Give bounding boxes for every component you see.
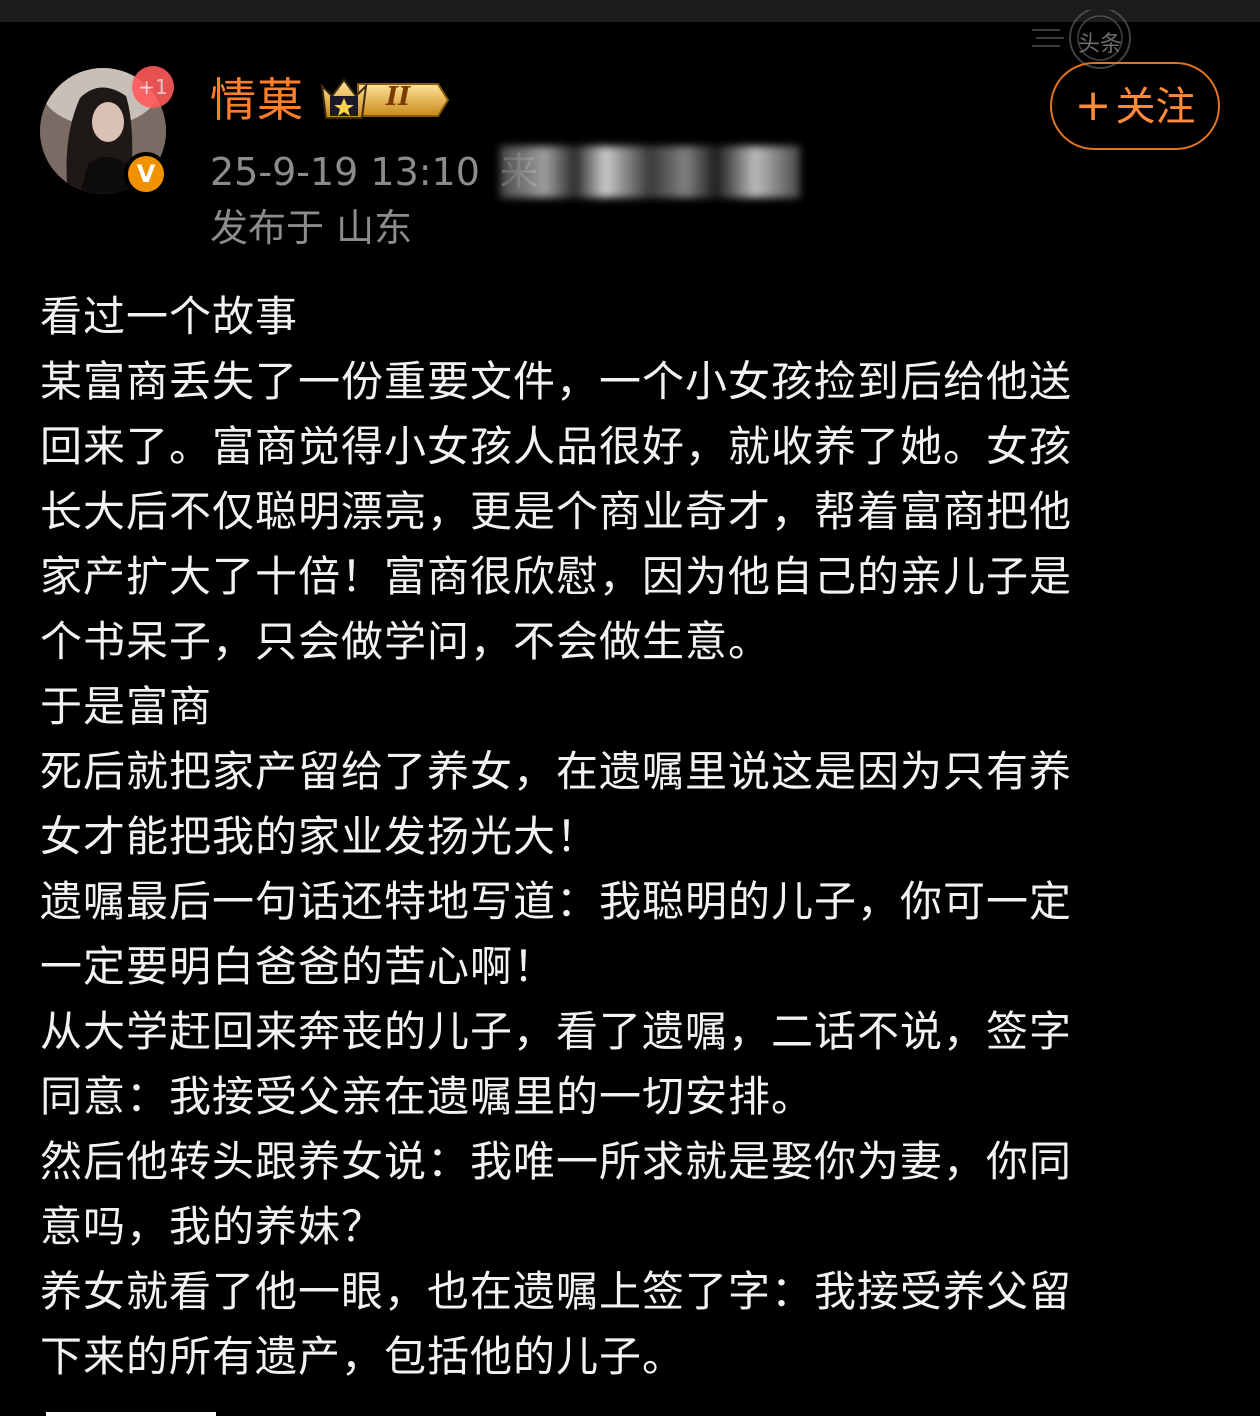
post-line: 家产扩大了十倍！富商很欣慰，因为他自己的亲儿子是 xyxy=(40,552,1073,601)
post-line: 下来的所有遗产，包括他的儿子。 xyxy=(40,1332,686,1381)
bottom-indicator xyxy=(46,1412,216,1416)
post-line: 看过一个故事 xyxy=(40,292,299,341)
level-label: II xyxy=(386,82,411,112)
post-line: 同意：我接受父亲在遗嘱里的一切安排。 xyxy=(40,1072,815,1121)
watermark-label: 头条 xyxy=(1078,32,1123,57)
post-timestamp: 25-9-19 13:10 xyxy=(210,150,480,194)
verified-v-icon: V xyxy=(124,152,168,196)
post-line: 某富商丢失了一份重要文件，一个小女孩捡到后给他送 xyxy=(40,357,1073,406)
post-location: 发布于 山东 xyxy=(210,206,413,250)
post-line: 个书呆子，只会做学问，不会做生意。 xyxy=(40,617,772,666)
follow-label: 关注 xyxy=(1115,84,1196,130)
post-line: 养女就看了他一眼，也在遗嘱上签了字：我接受养父留 xyxy=(40,1267,1073,1316)
author-name[interactable]: 情菓 xyxy=(210,70,304,130)
follow-button[interactable]: + 关注 xyxy=(1050,62,1220,150)
post-line: 意吗，我的养妹？ xyxy=(40,1202,385,1251)
post-content: 看过一个故事 某富商丢失了一份重要文件，一个小女孩捡到后给他送 回来了。富商觉得… xyxy=(40,284,1230,1389)
post-line: 然后他转头跟养女说：我唯一所求就是娶你为妻，你同 xyxy=(40,1137,1073,1186)
post-line: 长大后不仅聪明漂亮，更是个商业奇才，帮着富商把他 xyxy=(40,487,1073,536)
post-line: 从大学赶回来奔丧的儿子，看了遗嘱，二话不说，签字 xyxy=(40,1007,1073,1056)
plus-icon: + xyxy=(1074,80,1112,131)
crown-level-icon: II xyxy=(318,74,450,126)
toutiao-watermark-icon: 头条 xyxy=(1030,7,1140,70)
post-line: 女才能把我的家业发扬光大！ xyxy=(40,812,600,861)
post-line: 遗嘱最后一句话还特地写道：我聪明的儿子，你可一定 xyxy=(40,877,1073,926)
post-line: 死后就把家产留给了养女，在遗嘱里说这是因为只有养 xyxy=(40,747,1073,796)
redacted-source-blur xyxy=(500,146,800,198)
notification-badge: +1 xyxy=(132,66,174,108)
post-line: 回来了。富商觉得小女孩人品很好，就收养了她。女孩 xyxy=(40,422,1073,471)
post-line: 于是富商 xyxy=(40,682,213,731)
post-meta: 25-9-19 13:10来 xyxy=(210,146,538,198)
post-line: 一定要明白爸爸的苦心啊！ xyxy=(40,942,557,991)
